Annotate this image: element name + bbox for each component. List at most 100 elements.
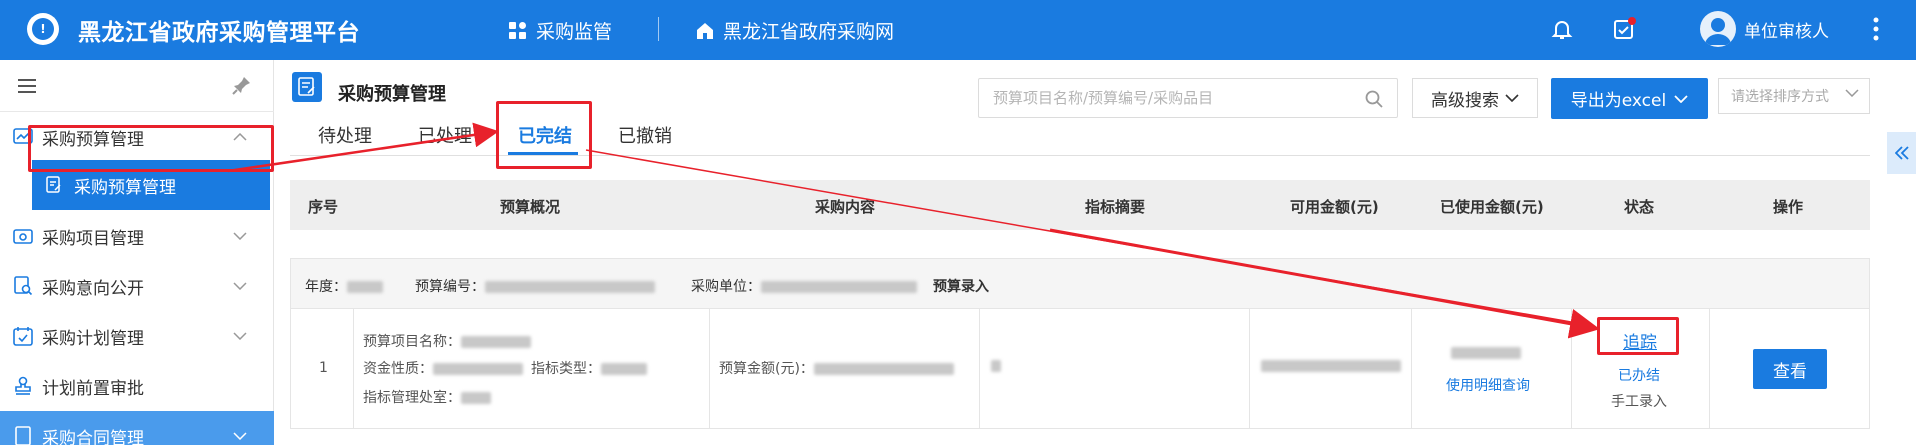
column-divider <box>1249 309 1250 429</box>
redacted-value <box>991 360 1001 372</box>
column-header: 采购内容 <box>815 198 876 216</box>
sidebar-item-contract[interactable]: 采购合同管理 <box>0 411 274 445</box>
nav-supervision[interactable]: 采购监管 <box>508 17 612 44</box>
nav-website-label: 黑龙江省政府采购网 <box>723 21 895 43</box>
tabs-divider <box>290 155 1870 156</box>
column-divider <box>1709 309 1710 429</box>
chevron-down-icon <box>1845 89 1859 97</box>
usage-detail-link[interactable]: 使用明细查询 <box>1446 375 1530 395</box>
chevron-up-icon <box>232 129 248 145</box>
search-icon[interactable] <box>1365 90 1383 108</box>
advanced-search-button[interactable]: 高级搜索 <box>1412 78 1538 118</box>
task-check-icon[interactable] <box>1610 15 1638 43</box>
redacted-value <box>433 363 523 375</box>
redacted-value <box>761 281 917 293</box>
table-header: 序号 预算概况 采购内容 指标摘要 可用金额(元) 已使用金额(元) 状态 操作 <box>290 180 1870 230</box>
nav-divider <box>658 17 659 41</box>
more-vertical-icon[interactable] <box>1862 15 1890 43</box>
stamp-icon <box>12 375 34 397</box>
redacted-value <box>461 336 531 348</box>
redacted-value <box>813 363 954 375</box>
dept-label: 指标管理处室： <box>363 387 491 407</box>
export-label: 导出为excel <box>1570 91 1667 111</box>
sidebar-item-plan[interactable]: 采购计划管理 <box>0 311 274 361</box>
redacted-value <box>1451 347 1521 359</box>
column-divider <box>1571 309 1572 429</box>
budget-no-label: 预算编号： <box>415 276 655 296</box>
tab-completed[interactable]: 已完结 <box>518 122 572 148</box>
budget-amount-label: 预算金额(元)： <box>719 358 954 378</box>
sidebar-subitem-budget-management[interactable]: 采购预算管理 <box>32 160 270 210</box>
page-title-icon <box>292 72 322 102</box>
column-header: 可用金额(元) <box>1290 198 1379 216</box>
edit-document-icon <box>46 176 61 193</box>
contract-icon <box>12 425 34 445</box>
camera-folder-icon <box>12 225 34 247</box>
redacted-value <box>347 281 383 293</box>
sidebar-subitem-label: 采购预算管理 <box>74 177 176 198</box>
sidebar-item-budget[interactable]: 采购预算管理 <box>0 112 274 162</box>
column-header: 预算概况 <box>500 198 561 216</box>
sidebar-item-label: 采购合同管理 <box>42 428 144 445</box>
collapse-panel-button[interactable] <box>1887 132 1916 174</box>
tab-processed[interactable]: 已处理 <box>418 122 472 148</box>
chart-line-icon <box>12 126 34 148</box>
user-name[interactable]: 单位审核人 <box>1744 17 1829 42</box>
column-divider <box>979 309 980 429</box>
sidebar-item-label: 计划前置审批 <box>42 378 144 399</box>
row-index: 1 <box>319 360 328 376</box>
document-search-icon <box>12 275 34 297</box>
chevron-down-icon <box>232 428 248 444</box>
view-button[interactable]: 查看 <box>1753 349 1827 389</box>
column-header: 序号 <box>308 198 339 216</box>
page-title: 采购预算管理 <box>338 84 446 105</box>
sidebar-item-label: 采购项目管理 <box>42 228 144 249</box>
tab-revoked[interactable]: 已撤销 <box>618 122 672 148</box>
column-divider <box>709 309 710 429</box>
table-group-row: 年度： 预算编号： 采购单位： 预算录入 <box>290 258 1870 309</box>
app-title: 黑龙江省政府采购管理平台 <box>78 20 360 46</box>
export-excel-button[interactable]: 导出为excel <box>1551 78 1708 119</box>
avatar[interactable] <box>1700 11 1736 47</box>
top-bar: ! 黑龙江省政府采购管理平台 采购监管 黑龙江省政府采购网 单位审核人 <box>0 0 1916 60</box>
sidebar: 采购预算管理 采购预算管理 采购项目管理 采购意向公开 采购计划管理 计划前置审… <box>0 60 274 445</box>
indicator-type-label: 指标类型： <box>531 358 647 378</box>
sidebar-item-label: 采购预算管理 <box>42 129 144 150</box>
sidebar-item-label: 采购意向公开 <box>42 278 144 299</box>
status-text: 已办结 <box>1618 368 1660 384</box>
sidebar-item-approval[interactable]: 计划前置审批 <box>0 361 274 411</box>
search-input[interactable] <box>993 79 1353 117</box>
chevron-down-icon <box>1674 94 1688 103</box>
redacted-value <box>601 363 647 375</box>
nav-website[interactable]: 黑龙江省政府采购网 <box>695 17 894 44</box>
home-icon <box>697 22 713 39</box>
column-divider <box>1411 309 1412 429</box>
redacted-value <box>461 392 491 404</box>
bell-icon[interactable] <box>1548 15 1576 43</box>
chevron-down-icon <box>232 228 248 244</box>
unit-label: 采购单位： <box>691 276 917 296</box>
double-chevron-left-icon <box>1894 146 1909 160</box>
chevron-down-icon <box>232 328 248 344</box>
column-divider <box>353 309 354 429</box>
redacted-value <box>1261 360 1401 372</box>
project-name-label: 预算项目名称： <box>363 331 531 351</box>
sidebar-item-intent[interactable]: 采购意向公开 <box>0 261 274 311</box>
search-box[interactable] <box>978 78 1398 118</box>
column-header: 状态 <box>1624 198 1655 216</box>
table-row: 1 预算项目名称： 资金性质： 指标类型： 指标管理处室： 预算金额(元)： 使… <box>290 309 1870 429</box>
sidebar-item-project[interactable]: 采购项目管理 <box>0 211 274 261</box>
redacted-value <box>485 281 655 293</box>
grid-icon <box>509 21 526 39</box>
sidebar-item-label: 采购计划管理 <box>42 328 144 349</box>
sort-select[interactable]: 请选择排序方式 <box>1718 78 1870 114</box>
track-link[interactable]: 追踪 <box>1623 328 1657 353</box>
tab-pending[interactable]: 待处理 <box>318 122 372 148</box>
column-header: 指标摘要 <box>1085 198 1146 216</box>
app-logo: ! <box>27 13 59 45</box>
column-header: 已使用金额(元) <box>1440 198 1544 216</box>
entry-type-label: 预算录入 <box>933 279 989 295</box>
nav-supervision-label: 采购监管 <box>536 21 613 43</box>
menu-icon[interactable] <box>18 78 36 94</box>
pin-icon[interactable] <box>232 75 252 95</box>
